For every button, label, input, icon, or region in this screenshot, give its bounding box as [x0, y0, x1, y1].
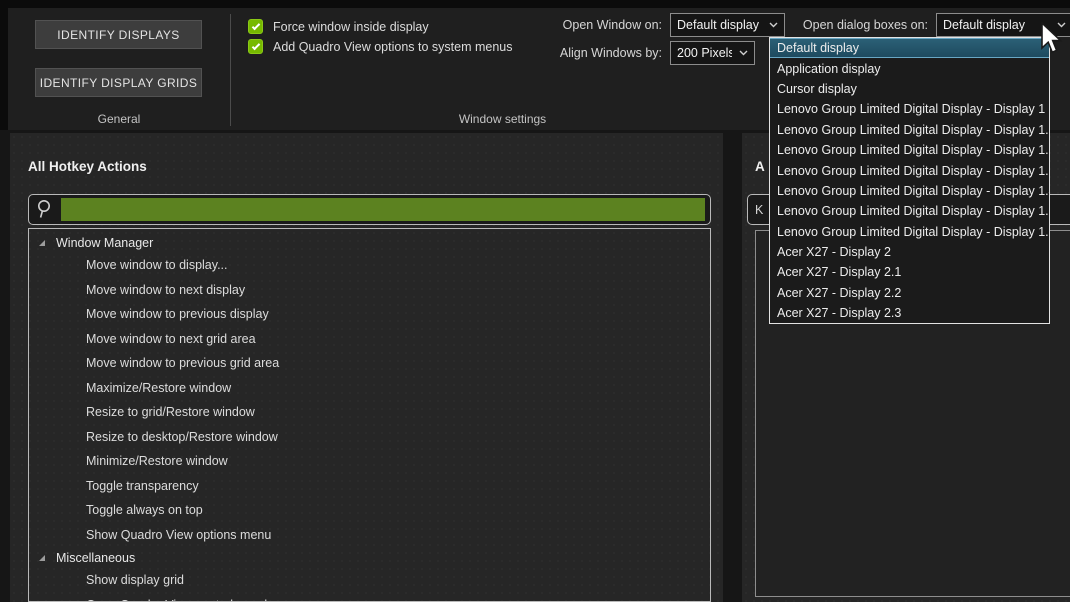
tree-item[interactable]: Move window to display... — [29, 253, 710, 278]
dropdown-option[interactable]: Lenovo Group Limited Digital Display - D… — [770, 99, 1049, 119]
tree-item-label: Minimize/Restore window — [86, 454, 228, 468]
checkbox-label: Add Quadro View options to system menus — [273, 40, 512, 54]
dropdown-option[interactable]: Acer X27 - Display 2.1 — [770, 262, 1049, 282]
selected-value: Default display — [677, 18, 762, 32]
chevron-down-icon — [769, 22, 778, 28]
search-icon — [36, 199, 53, 220]
chevron-down-icon — [1057, 22, 1066, 28]
checkmark-icon — [251, 21, 259, 29]
dropdown-option[interactable]: Application display — [770, 58, 1049, 78]
tree-item-label: Maximize/Restore window — [86, 381, 231, 395]
tree-item-label: Show display grid — [86, 573, 184, 587]
dropdown-option[interactable]: Acer X27 - Display 2.3 — [770, 303, 1049, 323]
open-dialog-boxes-on-select[interactable]: Default display — [936, 13, 1070, 37]
window-settings-section-label: Window settings — [230, 112, 775, 126]
panel-title-partial: A — [755, 159, 765, 174]
tree-item-label: Move window to previous grid area — [86, 356, 279, 370]
tree-item[interactable]: Move window to previous grid area — [29, 351, 710, 376]
tree-item[interactable]: Resize to desktop/Restore window — [29, 425, 710, 450]
hotkey-search-input[interactable] — [28, 194, 711, 225]
checkbox-checked[interactable] — [248, 19, 263, 34]
tree-item[interactable]: Toggle always on top — [29, 498, 710, 523]
dropdown-option[interactable]: Cursor display — [770, 79, 1049, 99]
dropdown-option[interactable]: Lenovo Group Limited Digital Display - D… — [770, 201, 1049, 221]
tree-item[interactable]: Move window to next display — [29, 278, 710, 303]
tree-group-label: Window Manager — [56, 236, 153, 250]
tree-group-window-manager[interactable]: Window Manager — [29, 232, 710, 253]
tree-item-label: Move window to display... — [86, 258, 228, 272]
tree-item-label: Move window to previous display — [86, 307, 269, 321]
tree-item-label: Open Quadro View control panel — [86, 598, 267, 602]
dropdown-option-selected[interactable]: Default display — [770, 38, 1049, 58]
tree-item[interactable]: Resize to grid/Restore window — [29, 400, 710, 425]
checkmark-icon — [251, 41, 259, 49]
hotkey-actions-tree: Window Manager Move window to display...… — [28, 228, 711, 602]
selected-value: Default display — [943, 18, 1050, 32]
identify-displays-button[interactable]: IDENTIFY DISPLAYS — [35, 20, 202, 49]
tree-item-label: Resize to grid/Restore window — [86, 405, 255, 419]
selected-value: 200 Pixels — [677, 46, 732, 60]
tree-item[interactable]: Show display grid — [29, 568, 710, 593]
tree-item[interactable]: Show Quadro View options menu — [29, 523, 710, 548]
dropdown-option[interactable]: Lenovo Group Limited Digital Display - D… — [770, 160, 1049, 180]
search-highlight-fill[interactable] — [61, 198, 705, 221]
checkbox-label: Force window inside display — [273, 20, 429, 34]
tree-item[interactable]: Toggle transparency — [29, 474, 710, 499]
general-section-label: General — [8, 112, 230, 126]
dropdown-option[interactable]: Acer X27 - Display 2.2 — [770, 283, 1049, 303]
open-dialog-boxes-on-dropdown-list: Default display Application display Curs… — [769, 37, 1050, 324]
force-window-inside-display-checkbox[interactable]: Force window inside display — [248, 18, 429, 35]
section-divider — [230, 14, 231, 126]
align-windows-by-select[interactable]: 200 Pixels — [670, 41, 755, 65]
add-quadro-view-options-checkbox[interactable]: Add Quadro View options to system menus — [248, 38, 512, 55]
panel-title: All Hotkey Actions — [28, 159, 147, 174]
tree-item-label: Resize to desktop/Restore window — [86, 430, 278, 444]
tree-group-miscellaneous[interactable]: Miscellaneous — [29, 547, 710, 568]
tree-item[interactable]: Open Quadro View control panel — [29, 593, 710, 602]
partial-search-text: K — [755, 203, 763, 217]
open-window-on-select[interactable]: Default display — [670, 13, 785, 37]
triangle-expanded-icon[interactable] — [39, 240, 45, 246]
tree-item-label: Show Quadro View options menu — [86, 528, 271, 542]
dropdown-option[interactable]: Acer X27 - Display 2 — [770, 242, 1049, 262]
tree-item[interactable]: Move window to next grid area — [29, 327, 710, 352]
tree-item-label: Toggle always on top — [86, 503, 203, 517]
dropdown-option[interactable]: Lenovo Group Limited Digital Display - D… — [770, 140, 1049, 160]
tree-item-label: Move window to next display — [86, 283, 245, 297]
tree-item[interactable]: Minimize/Restore window — [29, 449, 710, 474]
identify-display-grids-button[interactable]: IDENTIFY DISPLAY GRIDS — [35, 68, 202, 97]
tree-group-label: Miscellaneous — [56, 551, 135, 565]
dropdown-option[interactable]: Lenovo Group Limited Digital Display - D… — [770, 120, 1049, 140]
chevron-down-icon — [739, 50, 748, 56]
tree-item-label: Move window to next grid area — [86, 332, 256, 346]
align-windows-by-label: Align Windows by: — [542, 46, 662, 60]
dropdown-option[interactable]: Lenovo Group Limited Digital Display - D… — [770, 181, 1049, 201]
all-hotkey-actions-panel: All Hotkey Actions Window Manager Move w… — [10, 133, 723, 602]
tree-item-label: Toggle transparency — [86, 479, 199, 493]
quadro-view-settings-window: { "ribbon": { "general": { "identify_dis… — [0, 0, 1070, 602]
tree-item[interactable]: Move window to previous display — [29, 302, 710, 327]
open-dialog-boxes-on-label: Open dialog boxes on: — [798, 18, 928, 32]
triangle-expanded-icon[interactable] — [39, 555, 45, 561]
open-window-on-label: Open Window on: — [552, 18, 662, 32]
checkbox-checked[interactable] — [248, 39, 263, 54]
dropdown-option[interactable]: Lenovo Group Limited Digital Display - D… — [770, 222, 1049, 242]
tree-item[interactable]: Maximize/Restore window — [29, 376, 710, 401]
